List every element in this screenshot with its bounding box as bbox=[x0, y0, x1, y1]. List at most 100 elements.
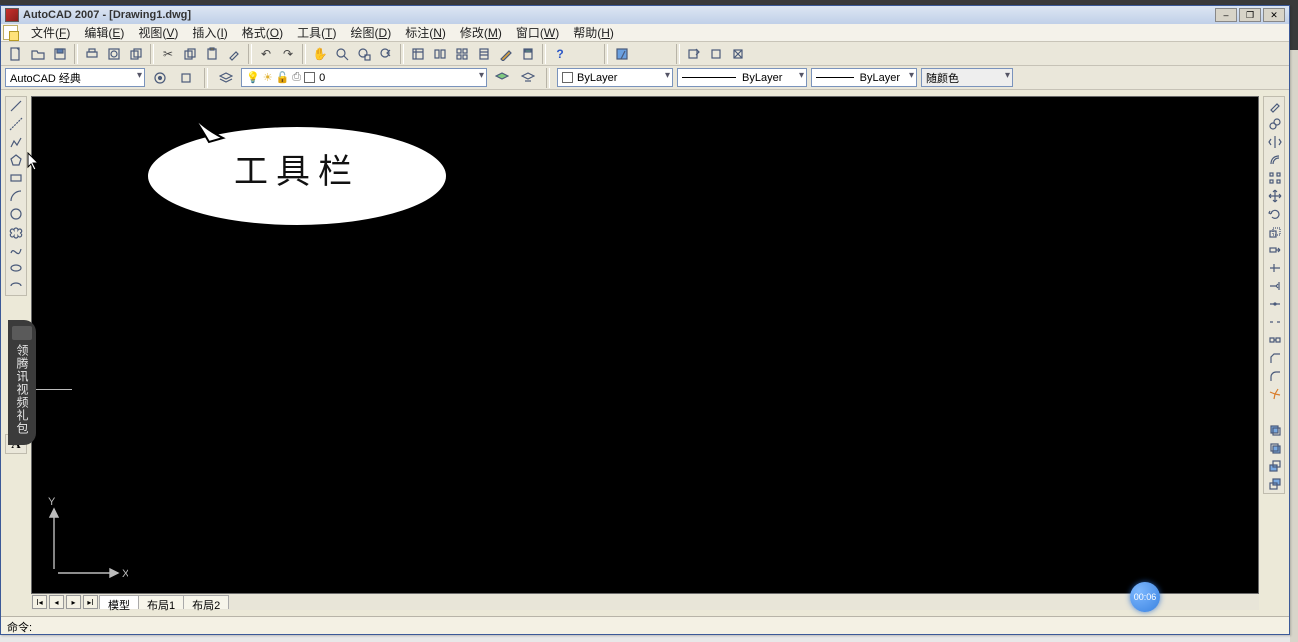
workspace-selector[interactable]: AutoCAD 经典 bbox=[5, 68, 145, 87]
revision-cloud-icon[interactable] bbox=[6, 223, 26, 241]
pan-icon[interactable]: ✋ bbox=[310, 44, 330, 64]
tab-nav-next[interactable]: ▸ bbox=[66, 595, 81, 609]
construction-line-icon[interactable] bbox=[6, 115, 26, 133]
chamfer-icon[interactable] bbox=[1265, 349, 1285, 367]
publish-icon[interactable] bbox=[126, 44, 146, 64]
block-editor-icon[interactable] bbox=[612, 44, 632, 64]
refedit-save-icon[interactable] bbox=[706, 44, 726, 64]
rotate-icon[interactable] bbox=[1265, 205, 1285, 223]
tab-nav-first[interactable]: I◂ bbox=[32, 595, 47, 609]
plot-preview-icon[interactable] bbox=[104, 44, 124, 64]
layer-selector[interactable]: 💡 ☀ 🔓 ⎙ 0 bbox=[241, 68, 487, 87]
callout-text: 工具栏 bbox=[139, 144, 455, 193]
offset-icon[interactable] bbox=[1265, 151, 1285, 169]
menu-view[interactable]: 视图(V) bbox=[131, 23, 185, 42]
cad-titlebar[interactable]: AutoCAD 2007 - [Drawing1.dwg] – ❐ ✕ bbox=[1, 6, 1289, 24]
stretch-icon[interactable] bbox=[1265, 241, 1285, 259]
scale-icon[interactable] bbox=[1265, 223, 1285, 241]
cad-minimize-button[interactable]: – bbox=[1215, 8, 1237, 22]
sheet-set-icon[interactable] bbox=[474, 44, 494, 64]
save-icon[interactable] bbox=[50, 44, 70, 64]
cad-restore-button[interactable]: ❐ bbox=[1239, 8, 1261, 22]
draworder-above-icon[interactable] bbox=[1265, 457, 1285, 475]
menu-help[interactable]: 帮助(H) bbox=[566, 23, 621, 42]
video-timer-badge[interactable]: 00:06 bbox=[1130, 582, 1160, 612]
ellipse-icon[interactable] bbox=[6, 259, 26, 277]
circle-icon[interactable] bbox=[6, 205, 26, 223]
mirror-icon[interactable] bbox=[1265, 133, 1285, 151]
break-icon[interactable] bbox=[1265, 313, 1285, 331]
color-selector[interactable]: ByLayer bbox=[557, 68, 673, 87]
explode-icon[interactable] bbox=[1265, 385, 1285, 403]
draworder-front-icon[interactable] bbox=[1265, 421, 1285, 439]
trim-icon[interactable] bbox=[1265, 259, 1285, 277]
cad-close-button[interactable]: ✕ bbox=[1263, 8, 1285, 22]
plotstyle-selector[interactable]: 随颜色 bbox=[921, 68, 1013, 87]
menu-dimension[interactable]: 标注(N) bbox=[398, 23, 453, 42]
extend-icon[interactable] bbox=[1265, 277, 1285, 295]
menu-modify[interactable]: 修改(M) bbox=[453, 23, 509, 42]
arc-icon[interactable] bbox=[6, 187, 26, 205]
refedit-icon[interactable] bbox=[684, 44, 704, 64]
print-icon[interactable] bbox=[82, 44, 102, 64]
new-doc-icon[interactable] bbox=[3, 25, 18, 40]
break-at-point-icon[interactable] bbox=[1265, 295, 1285, 313]
array-icon[interactable] bbox=[1265, 169, 1285, 187]
layer-previous-icon[interactable] bbox=[492, 68, 512, 88]
menu-window[interactable]: 窗口(W) bbox=[509, 23, 566, 42]
cut-icon[interactable]: ✂ bbox=[158, 44, 178, 64]
move-icon[interactable] bbox=[1265, 187, 1285, 205]
fillet-icon[interactable] bbox=[1265, 367, 1285, 385]
promo-sidebar-tab[interactable]: 领腾讯视频礼包 bbox=[8, 320, 36, 445]
zoom-previous-icon[interactable] bbox=[376, 44, 396, 64]
rectangle-icon[interactable] bbox=[6, 169, 26, 187]
redo-icon[interactable]: ↷ bbox=[278, 44, 298, 64]
erase-icon[interactable] bbox=[1265, 97, 1285, 115]
design-center-icon[interactable] bbox=[430, 44, 450, 64]
tab-layout2[interactable]: 布局2 bbox=[183, 595, 229, 609]
open-icon[interactable] bbox=[28, 44, 48, 64]
menu-insert[interactable]: 插入(I) bbox=[185, 23, 234, 42]
layer-manager-icon[interactable] bbox=[216, 68, 236, 88]
new-icon[interactable] bbox=[6, 44, 26, 64]
paste-icon[interactable] bbox=[202, 44, 222, 64]
line-icon[interactable] bbox=[6, 97, 26, 115]
workspace-settings-icon[interactable] bbox=[150, 68, 170, 88]
draworder-under-icon[interactable] bbox=[1265, 475, 1285, 493]
workspace-save-icon[interactable] bbox=[176, 68, 196, 88]
markup-icon[interactable] bbox=[496, 44, 516, 64]
copy-object-icon[interactable] bbox=[1265, 115, 1285, 133]
menu-format[interactable]: 格式(O) bbox=[235, 23, 290, 42]
zoom-window-icon[interactable] bbox=[354, 44, 374, 64]
join-icon[interactable] bbox=[1265, 331, 1285, 349]
undo-icon[interactable]: ↶ bbox=[256, 44, 276, 64]
tab-layout1[interactable]: 布局1 bbox=[138, 595, 184, 609]
copy-icon[interactable] bbox=[180, 44, 200, 64]
help-icon[interactable]: ? bbox=[550, 44, 570, 64]
linetype-sample bbox=[682, 77, 736, 78]
tool-palettes-icon[interactable] bbox=[452, 44, 472, 64]
spline-icon[interactable] bbox=[6, 241, 26, 259]
zoom-realtime-icon[interactable] bbox=[332, 44, 352, 64]
ellipse-arc-icon[interactable] bbox=[6, 277, 26, 295]
quickcalc-icon[interactable] bbox=[518, 44, 538, 64]
polyline-icon[interactable] bbox=[6, 133, 26, 151]
match-properties-icon[interactable] bbox=[224, 44, 244, 64]
lineweight-selector[interactable]: ByLayer bbox=[811, 68, 917, 87]
command-bar[interactable]: 命令: bbox=[1, 616, 1289, 634]
properties-icon[interactable] bbox=[408, 44, 428, 64]
menu-file[interactable]: 文件(F) bbox=[24, 23, 77, 42]
menu-tools[interactable]: 工具(T) bbox=[290, 23, 343, 42]
menu-draw[interactable]: 绘图(D) bbox=[344, 23, 399, 42]
tab-model[interactable]: 模型 bbox=[99, 595, 139, 609]
color-swatch bbox=[562, 72, 573, 83]
tab-nav-prev[interactable]: ◂ bbox=[49, 595, 64, 609]
layer-states-icon[interactable] bbox=[518, 68, 538, 88]
tab-nav-last[interactable]: ▸I bbox=[83, 595, 98, 609]
menu-edit[interactable]: 编辑(E) bbox=[77, 23, 131, 42]
draworder-back-icon[interactable] bbox=[1265, 439, 1285, 457]
polygon-icon[interactable] bbox=[6, 151, 26, 169]
refedit-discard-icon[interactable] bbox=[728, 44, 748, 64]
linetype-selector[interactable]: ByLayer bbox=[677, 68, 807, 87]
sun-icon: ☀ bbox=[263, 71, 273, 84]
